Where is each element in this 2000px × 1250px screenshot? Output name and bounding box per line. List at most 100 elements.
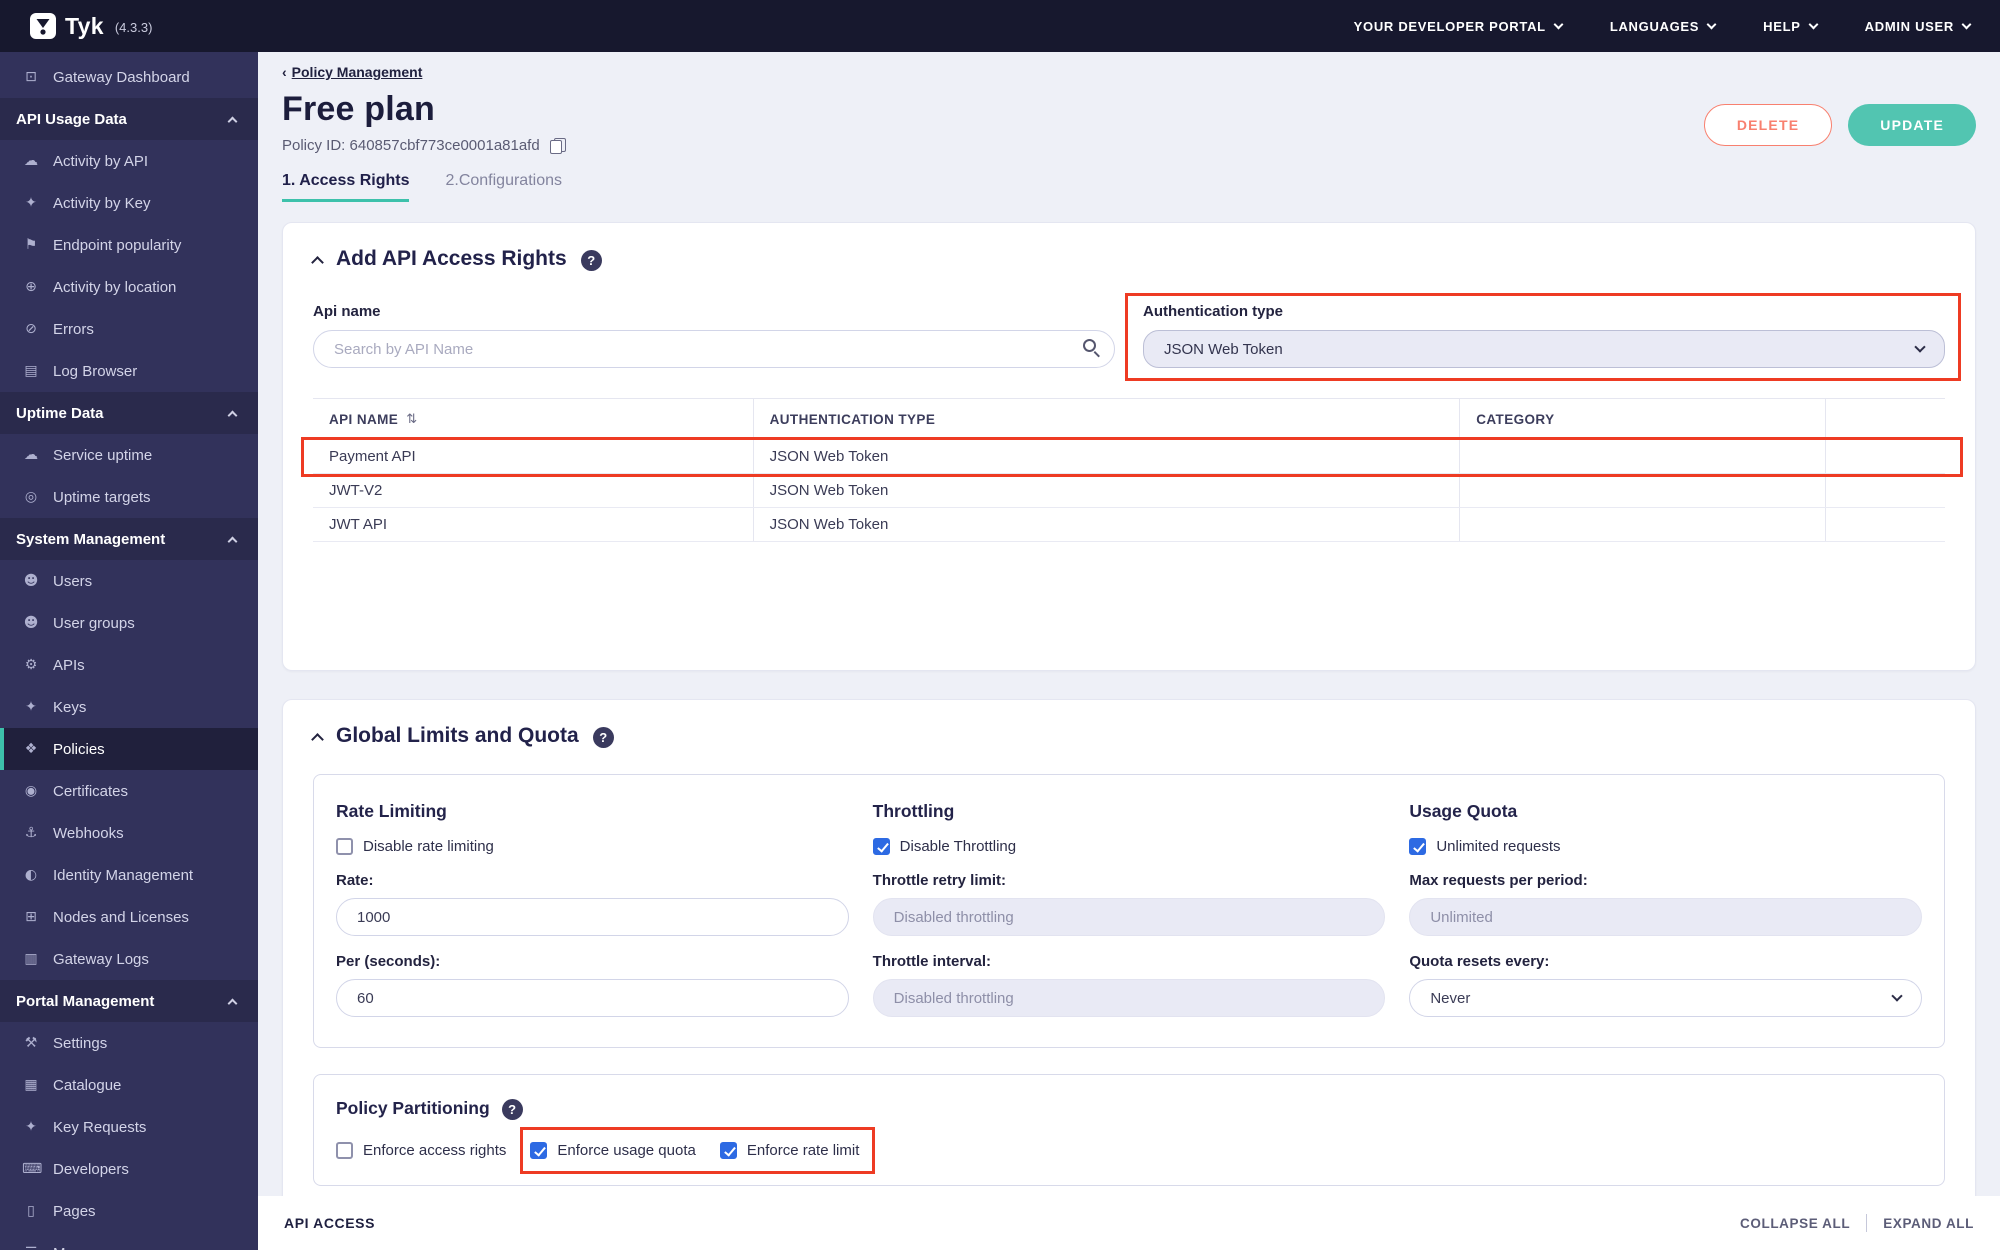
cell-empty <box>1826 440 1945 473</box>
sidebar: ⊡ Gateway Dashboard API Usage Data ☁ Activ… <box>0 52 258 1250</box>
page-title: Free plan <box>282 90 435 128</box>
sidebar-item-activity-by-key[interactable]: ✦ Activity by Key <box>0 182 258 224</box>
chevron-up-icon <box>227 116 238 126</box>
item-label: Service uptime <box>53 446 153 464</box>
cell-category <box>1460 440 1826 473</box>
max-requests-input: Unlimited <box>1409 898 1922 936</box>
sidebar-item-apis[interactable]: ⚙ APIs <box>0 644 258 686</box>
sidebar-item-nodes-and-licenses[interactable]: ⊞ Nodes and Licenses <box>0 896 258 938</box>
table-row-jwt-api[interactable]: JWT API JSON Web Token <box>313 508 1945 542</box>
disable-rate-limiting-checkbox[interactable] <box>336 838 353 855</box>
menu-admin-user[interactable]: ADMIN USER <box>1865 19 1972 34</box>
help-icon[interactable]: ? <box>501 1099 523 1120</box>
copy-icon[interactable] <box>549 137 566 154</box>
api-search-input[interactable] <box>313 330 1115 368</box>
sidebar-section-api-usage-data[interactable]: API Usage Data <box>0 98 258 140</box>
enforce-access-rights-checkbox[interactable] <box>336 1142 353 1159</box>
table-row-payment-api[interactable]: Payment API JSON Web Token <box>313 440 1945 474</box>
sidebar-item-endpoint-popularity[interactable]: ⚑ Endpoint popularity <box>0 224 258 266</box>
rate-label: Rate: <box>336 872 374 889</box>
auth-type-select[interactable]: JSON Web Token <box>1143 330 1945 368</box>
key-icon: ✦ <box>25 699 37 715</box>
menu-developer-portal[interactable]: YOUR DEVELOPER PORTAL <box>1354 19 1564 34</box>
collapse-chevron-icon[interactable] <box>311 732 324 746</box>
sidebar-item-certificates[interactable]: ◉ Certificates <box>0 770 258 812</box>
gear-icon: ⚙ <box>24 657 38 673</box>
usage-quota-title: Usage Quota <box>1409 801 1518 821</box>
quota-resets-select[interactable]: Never <box>1409 979 1922 1017</box>
chevron-up-icon <box>227 410 238 420</box>
collapse-all-button[interactable]: COLLAPSE ALL <box>1740 1216 1850 1231</box>
section-title: Add API Access Rights <box>336 247 567 270</box>
item-label: Key Requests <box>53 1118 147 1136</box>
enforce-usage-quota-checkbox[interactable] <box>530 1142 548 1159</box>
delete-button[interactable]: DELETE <box>1703 104 1833 146</box>
sidebar-item-gateway-logs[interactable]: ▥ Gateway Logs <box>0 938 258 980</box>
sidebar-item-webhooks[interactable]: ⚓ Webhooks <box>0 812 258 854</box>
sidebar-item-users[interactable]: ☻ Users <box>0 560 258 602</box>
checkbox-label: Enforce usage quota <box>557 1142 696 1159</box>
sidebar-item-keys[interactable]: ✦ Keys <box>0 686 258 728</box>
sidebar-item-identity-management[interactable]: ◐ Identity Management <box>0 854 258 896</box>
disable-throttling-checkbox[interactable] <box>872 838 890 855</box>
sidebar-item-policies[interactable]: ❖ Policies <box>0 728 258 770</box>
menu-label: HELP <box>1763 18 1801 34</box>
sidebar-item-settings[interactable]: ⚒ Settings <box>0 1022 258 1064</box>
rate-limiting-column: Rate Limiting Disable rate limiting Rate… <box>336 801 849 1017</box>
sidebar-item-pages[interactable]: ▯ Pages <box>0 1190 258 1232</box>
nodes-icon: ⊞ <box>25 909 37 925</box>
item-label: Gateway Dashboard <box>53 68 190 86</box>
cell-api-name: JWT-V2 <box>313 474 754 507</box>
item-label: Catalogue <box>53 1076 122 1094</box>
help-icon[interactable]: ? <box>592 726 614 748</box>
sidebar-item-uptime-targets[interactable]: ◎ Uptime targets <box>0 476 258 518</box>
sidebar-section-uptime-data[interactable]: Uptime Data <box>0 392 258 434</box>
sort-icon: ⇅ <box>406 411 418 427</box>
sidebar-item-log-browser[interactable]: ▤ Log Browser <box>0 350 258 392</box>
menus-icon: ☰ <box>22 1245 40 1250</box>
sidebar-section-portal-management[interactable]: Portal Management <box>0 980 258 1022</box>
policy-partitioning-title: Policy Partitioning <box>336 1098 490 1118</box>
column-header-empty <box>1826 399 1945 439</box>
sidebar-item-catalogue[interactable]: ▦ Catalogue <box>0 1064 258 1106</box>
update-button[interactable]: UPDATE <box>1848 104 1976 146</box>
expand-all-button[interactable]: EXPAND ALL <box>1883 1216 1974 1231</box>
logs-icon: ▥ <box>24 951 38 967</box>
item-label: Keys <box>53 698 87 716</box>
tab-access-rights[interactable]: 1. Access Rights <box>282 172 410 202</box>
item-label: Certificates <box>53 782 129 800</box>
tab-configurations[interactable]: 2.Configurations <box>445 172 562 202</box>
help-icon[interactable]: ? <box>580 249 602 271</box>
globe-icon: ⊕ <box>25 279 37 295</box>
sidebar-item-activity-by-api[interactable]: ☁ Activity by API <box>0 140 258 182</box>
sidebar-item-gateway-dashboard[interactable]: ⊡ Gateway Dashboard <box>0 56 258 98</box>
quota-resets-value: Never <box>1430 989 1471 1007</box>
column-header-api-name[interactable]: API NAME ⇅ <box>313 399 754 439</box>
sidebar-item-user-groups[interactable]: ☻ User groups <box>0 602 258 644</box>
sidebar-item-developers[interactable]: ⌨ Developers <box>0 1148 258 1190</box>
checkbox-label: Enforce access rights <box>363 1142 507 1159</box>
sidebar-item-key-requests[interactable]: ✦ Key Requests <box>0 1106 258 1148</box>
unlimited-requests-checkbox[interactable] <box>1409 838 1427 855</box>
collapse-chevron-icon[interactable] <box>311 255 324 269</box>
global-limits-card: Global Limits and Quota ? Rate Limiting … <box>282 699 1976 1211</box>
sidebar-item-errors[interactable]: ⊘ Errors <box>0 308 258 350</box>
tyk-logo[interactable]: Tyk (4.3.3) <box>30 13 152 40</box>
enforce-rate-limit-checkbox[interactable] <box>719 1142 737 1159</box>
per-seconds-input[interactable] <box>336 979 849 1017</box>
quota-resets-label: Quota resets every: <box>1409 953 1550 970</box>
chevron-down-icon <box>1961 19 1972 29</box>
item-label: Activity by API <box>53 152 149 170</box>
identity-icon: ◐ <box>24 867 38 883</box>
usage-quota-column: Usage Quota Unlimited requests Max reque… <box>1409 801 1922 1017</box>
menu-languages[interactable]: LANGUAGES <box>1610 19 1717 34</box>
sidebar-section-system-management[interactable]: System Management <box>0 518 258 560</box>
breadcrumb[interactable]: ‹ Policy Management <box>282 64 1976 80</box>
throttle-interval-label: Throttle interval: <box>872 953 992 970</box>
menu-help[interactable]: HELP <box>1763 18 1819 34</box>
sidebar-item-service-uptime[interactable]: ☁ Service uptime <box>0 434 258 476</box>
table-row-jwt-v2[interactable]: JWT-V2 JSON Web Token <box>313 474 1945 508</box>
rate-input[interactable] <box>336 898 849 936</box>
sidebar-item-menus[interactable]: ☰ Menus <box>0 1232 258 1250</box>
sidebar-item-activity-by-location[interactable]: ⊕ Activity by location <box>0 266 258 308</box>
